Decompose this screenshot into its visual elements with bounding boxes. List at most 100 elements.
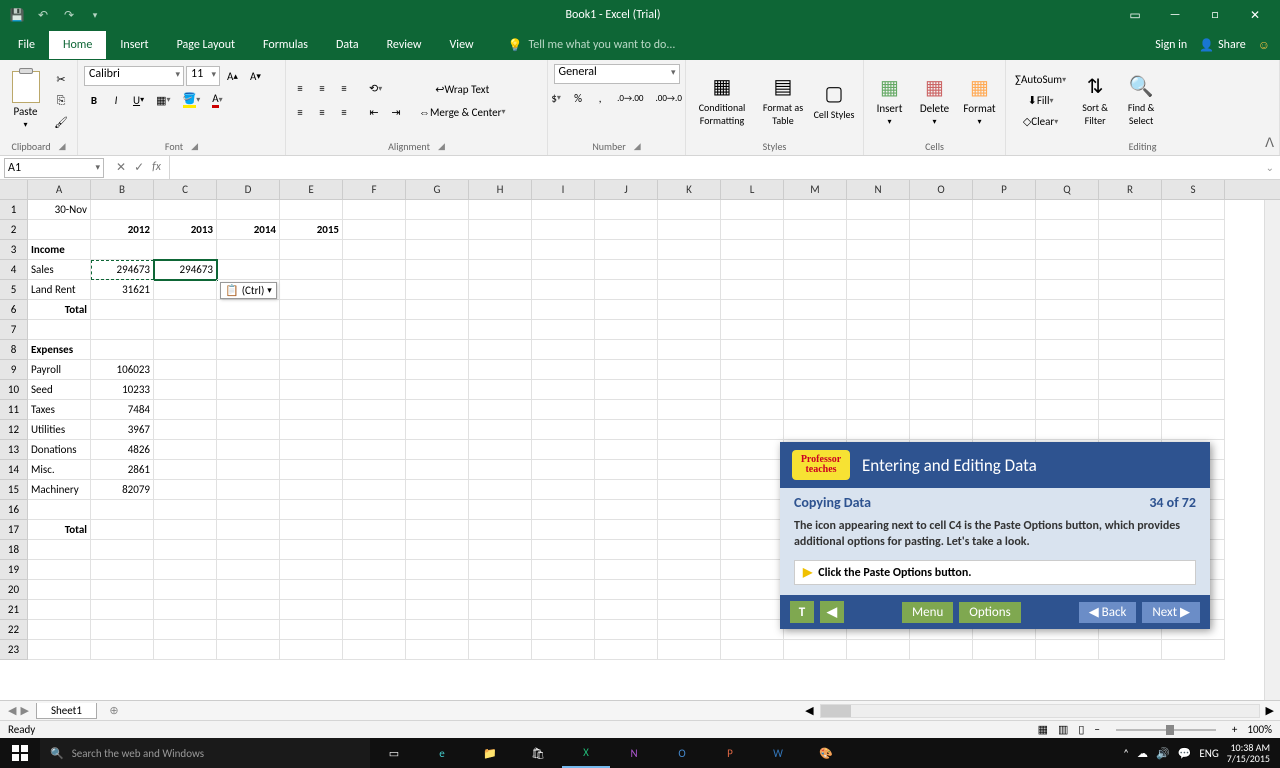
row-header[interactable]: 3 — [0, 240, 28, 260]
align-top-button[interactable]: ≡ — [290, 79, 310, 99]
cell[interactable] — [1099, 400, 1162, 420]
cell[interactable] — [784, 400, 847, 420]
cell[interactable] — [784, 280, 847, 300]
cell[interactable] — [721, 600, 784, 620]
cell[interactable] — [973, 200, 1036, 220]
cell[interactable] — [658, 480, 721, 500]
cell[interactable] — [469, 260, 532, 280]
cell[interactable] — [532, 580, 595, 600]
fx-icon[interactable]: fx — [152, 160, 161, 175]
cell[interactable] — [658, 520, 721, 540]
cell[interactable] — [406, 440, 469, 460]
cell[interactable] — [406, 220, 469, 240]
delete-cells-button[interactable]: ▦Delete▾ — [913, 66, 956, 136]
sheet-nav-prev-icon[interactable]: ◀ — [8, 704, 16, 717]
cell[interactable] — [532, 640, 595, 660]
cell[interactable] — [532, 560, 595, 580]
cell[interactable] — [343, 220, 406, 240]
cell[interactable] — [28, 220, 91, 240]
sheet-nav-next-icon[interactable]: ▶ — [20, 704, 28, 717]
cell[interactable] — [910, 200, 973, 220]
row-header[interactable]: 11 — [0, 400, 28, 420]
cell[interactable] — [721, 360, 784, 380]
cell[interactable] — [1036, 220, 1099, 240]
cell[interactable]: Total — [28, 520, 91, 540]
paste-button[interactable]: Paste ▾ — [4, 66, 47, 136]
cell[interactable] — [154, 620, 217, 640]
cell[interactable] — [1036, 420, 1099, 440]
cell[interactable] — [1036, 320, 1099, 340]
cell[interactable] — [280, 440, 343, 460]
cell[interactable] — [721, 280, 784, 300]
cell[interactable] — [469, 540, 532, 560]
cell[interactable] — [343, 400, 406, 420]
ribbon-display-icon[interactable]: ▭ — [1120, 4, 1150, 26]
row-header[interactable]: 7 — [0, 320, 28, 340]
cell[interactable] — [721, 300, 784, 320]
cell[interactable] — [343, 540, 406, 560]
cell[interactable] — [1099, 320, 1162, 340]
cell[interactable] — [721, 340, 784, 360]
cell[interactable] — [280, 420, 343, 440]
cell[interactable] — [217, 580, 280, 600]
cell[interactable] — [280, 260, 343, 280]
cell[interactable] — [280, 320, 343, 340]
cell[interactable] — [595, 520, 658, 540]
cell[interactable] — [721, 540, 784, 560]
cell[interactable] — [595, 360, 658, 380]
row-header[interactable]: 22 — [0, 620, 28, 640]
cell[interactable]: 2013 — [154, 220, 217, 240]
tutorial-options-button[interactable]: Options — [959, 602, 1020, 623]
cell[interactable] — [406, 580, 469, 600]
cell[interactable] — [847, 420, 910, 440]
cell[interactable] — [343, 580, 406, 600]
cell[interactable] — [343, 280, 406, 300]
cell[interactable] — [469, 440, 532, 460]
cell[interactable] — [532, 300, 595, 320]
cell[interactable] — [1162, 300, 1225, 320]
cell[interactable] — [154, 380, 217, 400]
name-box[interactable]: A1 — [4, 158, 104, 178]
cell[interactable] — [217, 320, 280, 340]
cell[interactable]: 2014 — [217, 220, 280, 240]
cell[interactable] — [721, 320, 784, 340]
cell[interactable] — [721, 520, 784, 540]
cell[interactable] — [343, 240, 406, 260]
cell[interactable] — [469, 300, 532, 320]
cell[interactable] — [280, 460, 343, 480]
cell[interactable] — [721, 460, 784, 480]
column-header[interactable]: F — [343, 180, 406, 199]
cell[interactable] — [1162, 380, 1225, 400]
clear-button[interactable]: ◇ Clear — [1010, 112, 1071, 131]
cell[interactable] — [973, 340, 1036, 360]
store-icon[interactable]: 🛍 — [514, 738, 562, 768]
cell[interactable] — [406, 300, 469, 320]
cell[interactable] — [658, 300, 721, 320]
tutorial-t-button[interactable]: T — [790, 601, 814, 623]
cell[interactable] — [406, 420, 469, 440]
cell[interactable] — [406, 400, 469, 420]
cell[interactable] — [532, 420, 595, 440]
language-indicator[interactable]: ENG — [1199, 747, 1218, 760]
expand-formula-bar-icon[interactable]: ⌄ — [1266, 161, 1274, 174]
cell[interactable] — [217, 640, 280, 660]
align-left-button[interactable]: ≡ — [290, 103, 310, 123]
column-header[interactable]: H — [469, 180, 532, 199]
row-header[interactable]: 13 — [0, 440, 28, 460]
cell[interactable]: Expenses — [28, 340, 91, 360]
cell[interactable] — [91, 560, 154, 580]
cell[interactable] — [280, 240, 343, 260]
cell[interactable] — [154, 600, 217, 620]
cell[interactable] — [217, 400, 280, 420]
row-header[interactable]: 21 — [0, 600, 28, 620]
cell[interactable] — [910, 420, 973, 440]
cell[interactable] — [532, 520, 595, 540]
row-header[interactable]: 14 — [0, 460, 28, 480]
cell[interactable] — [1036, 280, 1099, 300]
cell[interactable] — [784, 240, 847, 260]
cell[interactable] — [1099, 300, 1162, 320]
cell[interactable] — [154, 340, 217, 360]
row-header[interactable]: 5 — [0, 280, 28, 300]
cell[interactable] — [469, 200, 532, 220]
cell[interactable]: 294673 — [154, 260, 217, 280]
